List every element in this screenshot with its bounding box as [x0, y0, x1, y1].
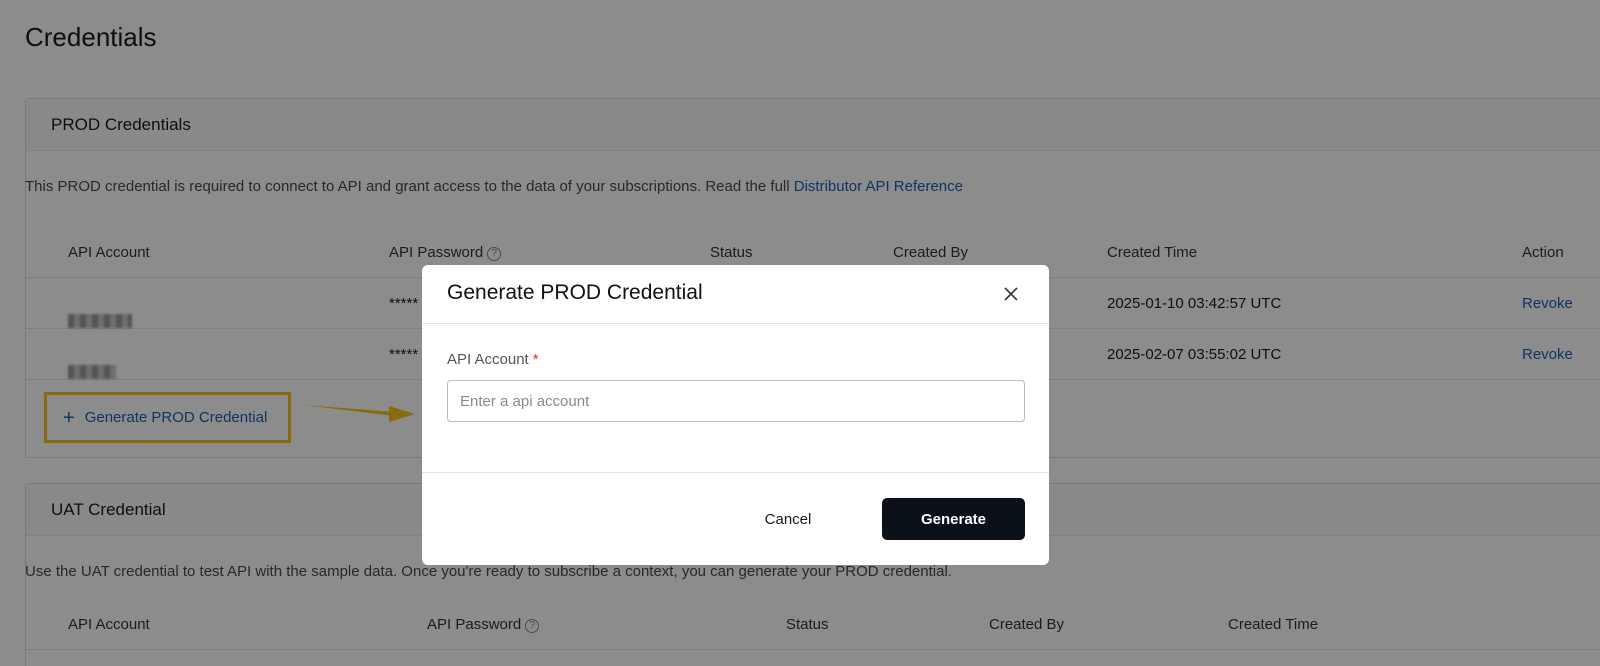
generate-prod-credential-dialog: Generate PROD Credential API Account* Ca…: [422, 265, 1049, 565]
generate-button[interactable]: Generate: [882, 498, 1025, 540]
modal-divider: [422, 472, 1049, 473]
api-account-label: API Account *: [447, 351, 539, 368]
api-account-input[interactable]: [447, 380, 1025, 422]
cancel-button[interactable]: Cancel: [738, 498, 838, 540]
modal-divider: [422, 323, 1049, 324]
modal-title: Generate PROD Credential: [447, 281, 703, 304]
required-mark: *: [532, 351, 539, 368]
api-account-label-text: API Account: [447, 351, 529, 368]
close-icon[interactable]: [1000, 283, 1022, 305]
